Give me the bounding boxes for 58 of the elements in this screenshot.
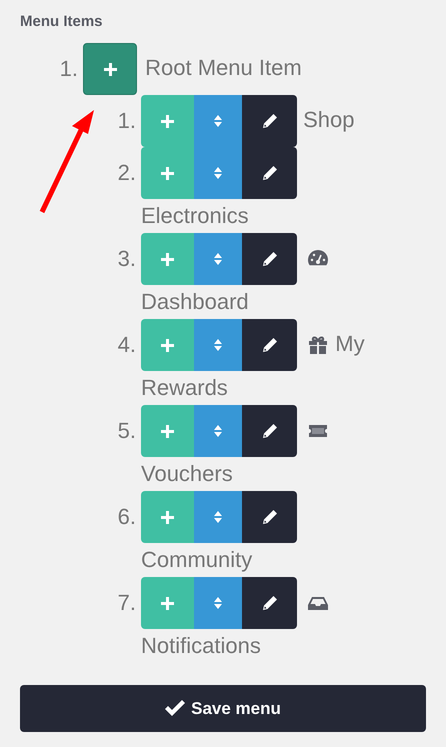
- pencil-icon: [262, 337, 278, 353]
- pencil-icon: [262, 509, 278, 525]
- list-number: 6.: [116, 503, 136, 531]
- list-number: 1.: [58, 55, 78, 83]
- plus-icon: [104, 62, 116, 76]
- edit-button[interactable]: [242, 95, 297, 147]
- plus-icon: [161, 166, 174, 180]
- up-down-icon: [214, 597, 222, 609]
- list-number: 2.: [116, 159, 136, 187]
- menu-item-label: Shop: [303, 106, 355, 132]
- up-down-icon: [214, 425, 222, 437]
- list-number: 3.: [116, 245, 136, 273]
- menu-item-label-word: Rewards: [141, 375, 228, 400]
- edit-button[interactable]: [242, 319, 297, 371]
- pencil-icon: [262, 113, 278, 129]
- menu-item-label: Electronics: [141, 203, 249, 228]
- plus-icon: [161, 424, 174, 438]
- plus-icon: [161, 114, 174, 128]
- up-down-icon: [214, 511, 222, 523]
- list-number: 7.: [116, 589, 136, 617]
- check-icon: [165, 700, 186, 717]
- pencil-icon: [262, 251, 278, 267]
- list-number: 1.: [116, 107, 136, 135]
- menu-item-label: Dashboard: [141, 289, 249, 314]
- edit-button[interactable]: [242, 233, 297, 285]
- menu-item-label: Vouchers: [141, 461, 233, 486]
- add-button[interactable]: [141, 233, 194, 285]
- menu-item-label-word: My: [335, 330, 365, 356]
- add-button[interactable]: [141, 147, 194, 199]
- edit-button[interactable]: [242, 577, 297, 629]
- pencil-icon: [262, 423, 278, 439]
- edit-button[interactable]: [242, 147, 297, 199]
- up-down-icon: [214, 115, 222, 127]
- add-button[interactable]: [141, 577, 194, 629]
- add-button[interactable]: [141, 319, 194, 371]
- up-down-icon: [214, 253, 222, 265]
- pencil-icon: [262, 165, 278, 181]
- plus-icon: [161, 596, 174, 610]
- add-button[interactable]: [83, 43, 137, 95]
- gift-icon: [307, 334, 330, 356]
- menu-item-label: Root Menu Item: [145, 54, 302, 80]
- plus-icon: [161, 338, 174, 352]
- list-number: 5.: [116, 417, 136, 445]
- add-button[interactable]: [141, 491, 194, 543]
- menu-item-label: Notifications: [141, 633, 261, 658]
- section-heading: Menu Items: [20, 12, 104, 32]
- edit-button[interactable]: [242, 491, 297, 543]
- add-button[interactable]: [141, 95, 194, 147]
- edit-button[interactable]: [242, 405, 297, 457]
- pencil-icon: [262, 595, 278, 611]
- menu-item-label: Community: [141, 547, 252, 572]
- up-down-icon: [214, 167, 222, 179]
- up-down-icon: [214, 339, 222, 351]
- save-menu-button[interactable]: Save menu: [20, 685, 426, 732]
- plus-icon: [161, 252, 174, 266]
- list-number: 4.: [116, 331, 136, 359]
- plus-icon: [161, 510, 174, 524]
- add-button[interactable]: [141, 405, 194, 457]
